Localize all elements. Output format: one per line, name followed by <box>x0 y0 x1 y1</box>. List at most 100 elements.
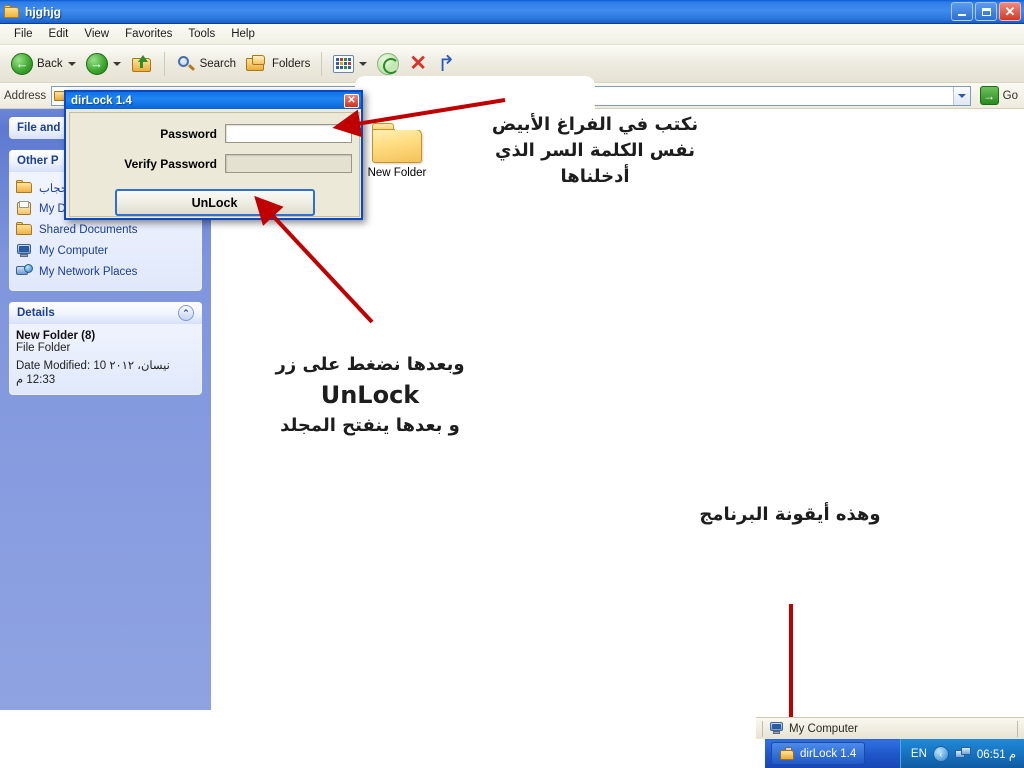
minimize-button[interactable] <box>951 2 973 21</box>
dialog-buttons: UnLock <box>70 189 359 216</box>
annotation-middle-emphasis: UnLock <box>320 381 420 410</box>
dialog-titlebar[interactable]: dirLock 1.4 ✕ <box>66 92 361 109</box>
forward-arrow-icon: → <box>85 52 108 75</box>
details-body: New Folder (8) File Folder Date Modified… <box>9 324 202 395</box>
language-indicator[interactable]: EN <box>911 748 927 760</box>
verify-password-input[interactable] <box>225 154 352 173</box>
search-label: Search <box>199 57 237 70</box>
divider <box>1017 720 1018 737</box>
annotation-middle-line2: و بعدها ينفتح المجلد <box>280 414 460 436</box>
folders-button[interactable]: Folders <box>241 49 315 79</box>
menu-item-edit[interactable]: Edit <box>41 26 77 42</box>
network-icon[interactable] <box>954 746 971 761</box>
password-label: Password <box>160 126 217 141</box>
details-file-type: File Folder <box>16 342 71 354</box>
window-titlebar[interactable]: hjghjg ✕ <box>0 0 1024 24</box>
sidebar-item-label: My Computer <box>39 244 109 257</box>
sidebar-item-label: My Network Places <box>39 265 138 278</box>
go-button[interactable]: → Go <box>974 86 1024 105</box>
details-date-modified: Date Modified: 10 نيسان، ٢٠١٢ 12:33 م <box>16 360 170 386</box>
screen: hjghjg ✕ File Edit View Favorites Tools … <box>0 0 1024 768</box>
dialog-body: Password Verify Password UnLock <box>69 112 360 217</box>
maximize-button[interactable] <box>975 2 997 21</box>
unlock-button[interactable]: UnLock <box>114 189 315 216</box>
chevron-down-icon[interactable] <box>112 61 121 66</box>
address-label: Address <box>4 89 47 102</box>
clock[interactable]: 06:51 م <box>977 747 1016 761</box>
show-hidden-icons-icon[interactable]: ‹ <box>932 745 949 762</box>
close-button[interactable]: ✕ <box>999 2 1021 21</box>
back-button[interactable]: ← Back <box>6 49 81 79</box>
search-button[interactable]: Search <box>171 49 241 79</box>
folder-icon <box>16 222 33 237</box>
annotation-middle-text: وبعدها نضغط على زر UnLock و بعدها ينفتح … <box>245 352 495 439</box>
menu-item-help[interactable]: Help <box>223 26 263 42</box>
window-title: hjghjg <box>25 4 61 19</box>
verify-password-label: Verify Password <box>124 156 217 171</box>
dialog-title: dirLock 1.4 <box>71 94 132 107</box>
sidebar-item-my-computer[interactable]: My Computer <box>16 241 195 260</box>
details-file-name: New Folder (8) <box>16 330 96 342</box>
views-button[interactable] <box>328 49 372 79</box>
up-folder-icon <box>131 54 153 74</box>
computer-icon <box>769 722 784 735</box>
system-tray: EN ‹ 06:51 م <box>899 739 1024 768</box>
menu-bar: File Edit View Favorites Tools Help <box>0 24 1024 45</box>
dirlock-dialog[interactable]: dirLock 1.4 ✕ Password Verify Password U… <box>64 90 363 220</box>
go-label: Go <box>1002 89 1018 102</box>
quicklaunch-item-label: My Computer <box>789 722 859 735</box>
divider <box>762 720 763 737</box>
delete-button[interactable]: ✕ <box>404 49 432 79</box>
quicklaunch-item-my-computer[interactable]: My Computer <box>769 722 858 735</box>
annotation-top-text: نكتب في الفراغ الأبيض نفس الكلمة السر ال… <box>491 114 699 188</box>
details-header[interactable]: Details ⌃ <box>9 302 202 324</box>
back-arrow-icon: ← <box>11 52 33 75</box>
details-panel: Details ⌃ New Folder (8) File Folder Dat… <box>9 302 202 395</box>
toolbar-separator <box>163 51 165 76</box>
sidebar-item-shared-documents[interactable]: Shared Documents <box>16 220 195 239</box>
undo-button[interactable]: ↰ <box>432 49 460 79</box>
address-dropdown-button[interactable] <box>952 86 970 105</box>
menu-item-view[interactable]: View <box>76 26 117 42</box>
folders-label: Folders <box>272 57 311 70</box>
window-controls: ✕ <box>951 2 1021 21</box>
chevron-down-icon[interactable] <box>67 61 76 66</box>
menu-item-tools[interactable]: Tools <box>180 26 223 42</box>
folders-icon <box>246 54 268 74</box>
sidebar-item-my-network-places[interactable]: My Network Places <box>16 262 195 281</box>
taskbar: dirLock 1.4 EN ‹ 06:51 م <box>765 739 1024 768</box>
chevron-up-icon[interactable]: ⌃ <box>178 305 194 321</box>
dirlock-icon <box>780 746 795 761</box>
computer-icon <box>16 243 33 258</box>
annotation-middle-line1: وبعدها نضغط على زر <box>275 354 465 375</box>
views-icon <box>333 54 355 73</box>
sync-button[interactable] <box>372 49 404 79</box>
search-icon <box>176 54 196 74</box>
documents-icon <box>16 201 33 216</box>
menu-item-favorites[interactable]: Favorites <box>117 26 180 42</box>
undo-icon: ↰ <box>436 50 456 76</box>
chevron-down-icon[interactable] <box>359 61 368 66</box>
password-row: Password <box>70 124 359 143</box>
taskbar-button-label: dirLock 1.4 <box>800 747 857 760</box>
go-arrow-icon: → <box>979 86 999 105</box>
file-panel-title: File and <box>17 122 61 134</box>
menu-item-file[interactable]: File <box>6 26 41 42</box>
close-icon[interactable]: ✕ <box>344 93 359 108</box>
sync-icon <box>377 52 400 75</box>
up-button[interactable] <box>126 49 158 79</box>
annotation-bottom-text: وهذه أيقونة البرنامج <box>699 504 881 525</box>
sidebar-item-label: Shared Documents <box>39 223 138 236</box>
back-label: Back <box>37 57 63 70</box>
folder-icon <box>16 180 33 195</box>
toolbar-separator <box>321 51 323 76</box>
secondary-taskbar: My Computer <box>756 717 1024 739</box>
other-places-title: Other P <box>17 155 59 167</box>
details-title: Details <box>17 307 55 319</box>
delete-icon: ✕ <box>409 51 427 75</box>
network-icon <box>16 264 33 279</box>
forward-button[interactable]: → <box>81 49 126 79</box>
password-input[interactable] <box>225 124 352 143</box>
verify-password-row: Verify Password <box>70 154 359 173</box>
taskbar-button-dirlock[interactable]: dirLock 1.4 <box>771 742 866 765</box>
